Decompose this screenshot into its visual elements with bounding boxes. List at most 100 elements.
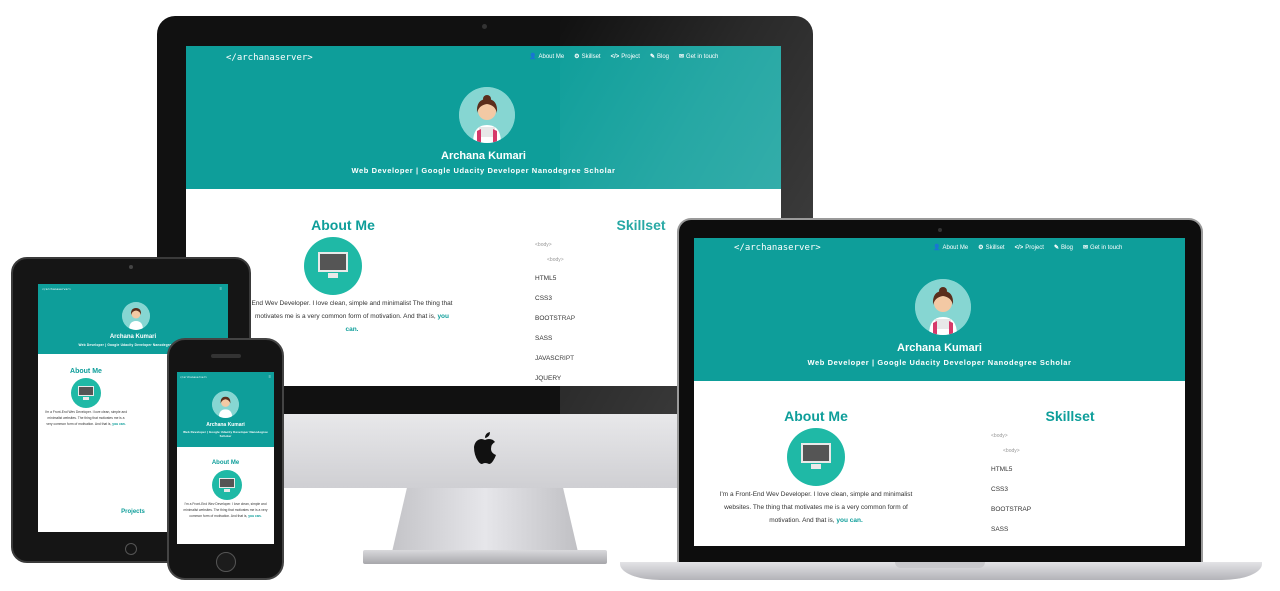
nav-blog-label: Blog: [656, 53, 669, 60]
avatar-illustration: [212, 391, 239, 418]
nav-about[interactable]: 👤 About Me: [529, 53, 565, 61]
avatar-illustration: [459, 87, 515, 143]
avatar-illustration: [122, 302, 150, 330]
apple-logo-icon: [474, 432, 496, 464]
phone-about-title: About Me: [211, 460, 240, 466]
desktop-stand-neck: [392, 488, 578, 552]
desktop-hero: </archanaserver> 👤 About Me ⚙ Skillset </>…: [186, 46, 781, 189]
cogs-icon: ⚙: [574, 54, 580, 60]
code-icon: </>: [1014, 244, 1024, 251]
laptop-nav-brand[interactable]: </archanaserver>: [734, 243, 821, 253]
nav-blog[interactable]: ✎ Blog: [649, 53, 669, 61]
device-mockup-scene: </archanaserver> 👤 About Me ⚙ Skillset </>…: [0, 0, 1280, 591]
hero-tagline: Web Developer | Google Udacity Developer…: [351, 166, 616, 175]
desktop-camera: [482, 24, 487, 29]
tablet-home-button: [125, 543, 137, 555]
laptop-avatar: [915, 279, 971, 335]
phone-home-button: [216, 552, 236, 572]
code-icon: </>: [610, 53, 620, 60]
nav-project-label: Project: [621, 53, 640, 60]
tablet-about-title: About Me: [70, 368, 102, 375]
skill-item: JAVASCRIPT: [991, 540, 1031, 546]
nav-contact[interactable]: ✉ Get in touch: [679, 53, 719, 61]
tablet-nav-brand[interactable]: </archanaserver>: [42, 287, 71, 291]
laptop-hero: </archanaserver> 👤 About Me ⚙ Skillset </>…: [694, 238, 1185, 381]
laptop-nav-blog-label: Blog: [1060, 244, 1073, 251]
phone-menu-icon[interactable]: ≡: [269, 374, 271, 379]
tablet-menu-icon[interactable]: ≡: [220, 286, 222, 291]
avatar-illustration: [915, 279, 971, 335]
skill-item: BOOTSTRAP: [991, 506, 1032, 513]
skill-item: HTML5: [535, 275, 557, 282]
laptop-nav-blog[interactable]: ✎ Blog: [1053, 244, 1073, 252]
phone-speaker: [211, 354, 241, 358]
tablet-about-text: I'm a Front-End Wev Developer. I love cl…: [44, 409, 128, 427]
laptop-nav-contact-label: Get in touch: [1090, 244, 1123, 251]
desktop-nav-brand[interactable]: </archanaserver>: [226, 53, 313, 63]
laptop-hero-tagline: Web Developer | Google Udacity Developer…: [807, 358, 1072, 367]
phone-avatar: [212, 391, 239, 418]
skills-tag-inner: <body>: [547, 257, 564, 263]
tablet-camera: [129, 265, 133, 269]
about-title: About Me: [311, 217, 375, 233]
avatar: [459, 87, 515, 143]
user-icon: 👤: [933, 245, 941, 251]
laptop-skills-list: <body> <body> HTML5 CSS3 BOOTSTRAP SASS …: [991, 430, 1031, 546]
about-text: End Wev Developer. I love clean, simple …: [248, 297, 456, 336]
phone-hero-name: Archana Kumari: [206, 422, 245, 428]
phone-about-highlight: you can.: [248, 514, 262, 518]
laptop-screen: </archanaserver> 👤 About Me ⚙ Skillset </>…: [694, 238, 1185, 546]
tablet-avatar: [122, 302, 150, 330]
laptop-nav: 👤 About Me ⚙ Skillset </> Project ✎ Blog ✉ Ge…: [933, 244, 1123, 252]
phone-hero: </archanaserver> ≡ Archana Kumari Web De…: [177, 372, 274, 447]
laptop-about-body: I'm a Front-End Wev Developer. I love cl…: [719, 491, 913, 524]
skill-item: HTML5: [991, 466, 1013, 473]
nav-contact-label: Get in touch: [686, 53, 719, 60]
edit-icon: ✎: [1053, 245, 1059, 251]
skill-item: BOOTSTRAP: [535, 315, 576, 322]
laptop-nav-skillset[interactable]: ⚙ Skillset: [978, 244, 1004, 252]
phone-nav-brand[interactable]: </archanaserver>: [180, 375, 207, 379]
laptop-hero-name: Archana Kumari: [897, 342, 982, 354]
skill-item: JAVASCRIPT: [535, 355, 575, 362]
phone-hero-tagline: Web Developer | Google Udacity Developer…: [183, 430, 268, 438]
skills-title: Skillset: [616, 217, 666, 233]
skill-item: CSS3: [991, 486, 1008, 493]
hero-name: Archana Kumari: [441, 150, 526, 162]
skills-tag-open: <body>: [991, 433, 1008, 439]
skill-item: JQUERY: [535, 375, 562, 382]
laptop-nav-contact[interactable]: ✉ Get in touch: [1083, 244, 1123, 252]
laptop-about-title: About Me: [784, 408, 848, 424]
about-text-body: End Wev Developer. I love clean, simple …: [251, 300, 453, 320]
skill-item: SASS: [991, 526, 1009, 533]
laptop-skills-title: Skillset: [1045, 408, 1095, 424]
tablet-computer-icon: [71, 378, 101, 408]
tablet-about-highlight: you can.: [112, 422, 126, 426]
laptop-computer-icon: [787, 428, 845, 486]
skill-item: SASS: [535, 335, 553, 342]
phone-screen: </archanaserver> ≡ Archana Kumari Web De…: [177, 372, 274, 544]
envelope-icon: ✉: [679, 54, 685, 60]
nav-project[interactable]: </> Project: [611, 53, 640, 60]
laptop-camera: [938, 228, 942, 232]
desktop-stand-foot: [363, 550, 607, 564]
skills-tag-inner: <body>: [1003, 448, 1020, 454]
cogs-icon: ⚙: [978, 245, 984, 251]
tablet-projects-title: Projects: [121, 509, 145, 515]
laptop-nav-project-label: Project: [1025, 244, 1044, 251]
phone-about-text: I'm a Front-End Wev Developer. I love cl…: [183, 501, 268, 519]
skills-list: <body> <body> HTML5 CSS3 BOOTSTRAP SASS …: [535, 239, 575, 386]
envelope-icon: ✉: [1083, 245, 1089, 251]
laptop-nav-about[interactable]: 👤 About Me: [933, 244, 969, 252]
laptop-nav-project[interactable]: </> Project: [1015, 244, 1044, 251]
edit-icon: ✎: [649, 54, 655, 60]
phone-computer-icon: [212, 470, 242, 500]
nav-skillset-label: Skillset: [581, 53, 601, 60]
nav-skillset[interactable]: ⚙ Skillset: [574, 53, 601, 61]
nav-about-label: About Me: [538, 53, 565, 60]
laptop-notch: [895, 562, 985, 568]
laptop-nav-about-label: About Me: [942, 244, 969, 251]
computer-icon: [304, 237, 362, 295]
desktop-nav: 👤 About Me ⚙ Skillset </> Project ✎ Blog ✉ Ge…: [529, 53, 719, 61]
laptop-about-highlight: you can.: [836, 517, 863, 524]
